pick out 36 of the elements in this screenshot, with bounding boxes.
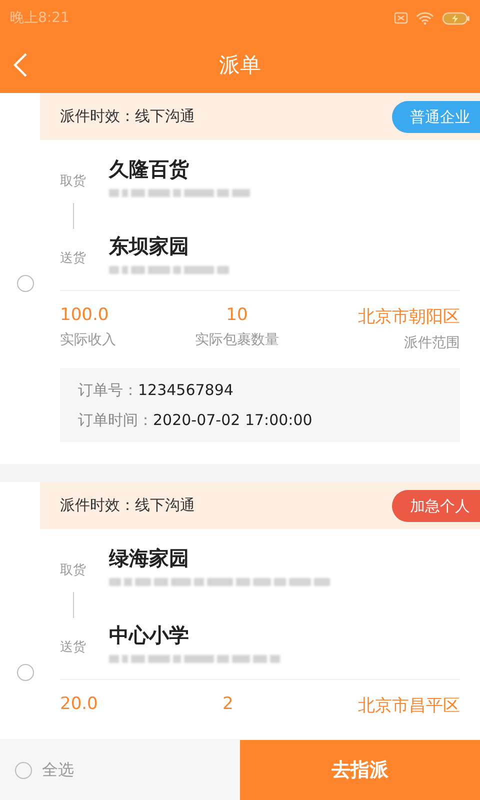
stat-label: 实际收入 bbox=[60, 331, 116, 349]
stat-value: 北京市昌平区 bbox=[358, 695, 460, 717]
assign-button[interactable]: 去指派 bbox=[240, 740, 480, 800]
wifi-icon bbox=[416, 12, 434, 24]
info-label: 订单号： bbox=[78, 381, 138, 399]
stat-value: 北京市朝阳区 bbox=[358, 306, 460, 328]
back-icon bbox=[12, 52, 28, 78]
delivery-name: 中心小学 bbox=[109, 622, 190, 649]
order-tag: 加急个人 bbox=[392, 490, 480, 522]
stat-value: 2 bbox=[222, 694, 234, 714]
sim-icon bbox=[394, 12, 408, 24]
stat-label: 实际包裹数量 bbox=[195, 331, 279, 349]
info-value: 2020-07-02 17:00:00 bbox=[153, 411, 312, 429]
delivery-label: 送货 bbox=[60, 639, 87, 656]
pickup-name: 绿海家园 bbox=[109, 545, 190, 572]
pickup-label: 取货 bbox=[60, 562, 87, 579]
page-title: 派单 bbox=[219, 52, 261, 78]
pickup-label: 取货 bbox=[60, 173, 87, 190]
battery-icon bbox=[442, 12, 470, 24]
info-label: 订单时间： bbox=[78, 411, 153, 429]
delivery-name: 东坝家园 bbox=[109, 233, 190, 260]
delivery-label: 送货 bbox=[60, 250, 87, 267]
stat-label: 派件范围 bbox=[404, 334, 460, 352]
order-tag: 普通企业 bbox=[392, 100, 480, 132]
select-radio[interactable] bbox=[16, 275, 34, 292]
delivery-time: 派件时效：线下沟通 bbox=[60, 496, 195, 515]
stat-value: 100.0 bbox=[60, 305, 110, 325]
select-radio[interactable] bbox=[16, 664, 34, 681]
stat-value: 10 bbox=[226, 305, 248, 325]
delivery-time: 派件时效：线下沟通 bbox=[60, 107, 195, 126]
select-all-label[interactable]: 全选 bbox=[42, 760, 74, 780]
info-value: 1234567894 bbox=[138, 381, 234, 399]
pickup-name: 久隆百货 bbox=[109, 156, 190, 183]
status-time: 晚上8:21 bbox=[10, 9, 70, 27]
stat-value: 20.0 bbox=[60, 694, 98, 714]
select-all-radio[interactable] bbox=[15, 762, 32, 778]
